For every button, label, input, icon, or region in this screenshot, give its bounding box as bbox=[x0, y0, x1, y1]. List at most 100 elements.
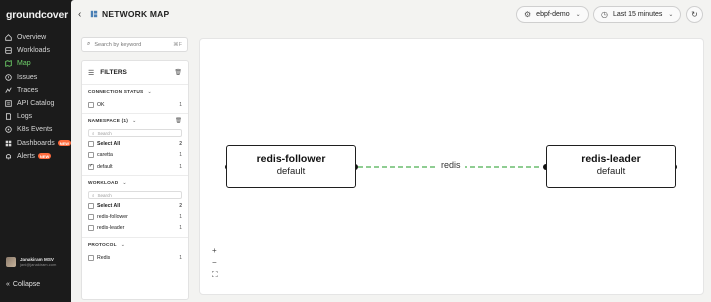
filters-header: ☰ FILTERS 🗑 bbox=[82, 61, 188, 85]
namespace-section: NAMESPACE (1) ⌄ 🗑 ⌕ Search Select All 2 … bbox=[82, 114, 188, 177]
filter-option-redis[interactable]: Redis 1 bbox=[88, 252, 182, 263]
section-title: WORKLOAD bbox=[88, 180, 119, 186]
checkbox[interactable] bbox=[88, 101, 94, 108]
filter-option-default[interactable]: ✓ default 1 bbox=[88, 161, 182, 172]
dashboards-icon bbox=[5, 140, 12, 147]
search-input[interactable] bbox=[94, 41, 174, 48]
clear-namespace-icon[interactable]: 🗑 bbox=[175, 118, 182, 124]
option-label: Redis bbox=[97, 254, 111, 261]
connection-status-header[interactable]: CONNECTION STATUS ⌄ bbox=[88, 85, 182, 99]
network-map-canvas[interactable]: redis redis-follower default redis-leade… bbox=[199, 38, 704, 295]
option-label: Select All bbox=[97, 140, 121, 147]
option-label: default bbox=[97, 163, 113, 170]
sidebar-item-label: Overview bbox=[17, 34, 47, 42]
filter-option-redis-follower[interactable]: redis-follower 1 bbox=[88, 211, 182, 222]
overview-icon bbox=[5, 34, 12, 41]
back-chevron-icon[interactable]: ‹ bbox=[78, 9, 81, 20]
traces-icon bbox=[5, 87, 12, 94]
keyword-search[interactable]: ⌕ ⌘F bbox=[81, 37, 188, 52]
option-count: 1 bbox=[179, 163, 182, 170]
option-count: 1 bbox=[179, 225, 182, 232]
option-count: 2 bbox=[179, 202, 182, 209]
collapse-button[interactable]: « Collapse bbox=[6, 281, 40, 288]
api-catalog-icon bbox=[5, 100, 12, 107]
checkbox[interactable] bbox=[88, 225, 94, 232]
sidebar-item-traces[interactable]: Traces bbox=[5, 84, 69, 97]
time-range-value: Last 15 minutes bbox=[612, 11, 663, 18]
filter-option-redis-leader[interactable]: redis-leader 1 bbox=[88, 223, 182, 234]
filter-sliders-icon: ☰ bbox=[88, 69, 95, 77]
workload-search-input[interactable]: ⌕ Search bbox=[88, 191, 182, 200]
sidebar-item-overview[interactable]: Overview bbox=[5, 31, 69, 44]
workloads-icon bbox=[5, 47, 12, 55]
issues-icon bbox=[5, 73, 12, 81]
option-label: caretta bbox=[97, 152, 113, 159]
workload-search-placeholder: Search bbox=[97, 192, 112, 198]
zoom-in-button[interactable]: + bbox=[212, 246, 217, 255]
checkbox[interactable] bbox=[88, 202, 94, 209]
cluster-icon: ⚙ bbox=[524, 10, 532, 19]
clear-filters-icon[interactable]: 🗑 bbox=[174, 69, 182, 76]
connection-status-section: CONNECTION STATUS ⌄ OK 1 bbox=[82, 85, 188, 115]
network-map-icon bbox=[90, 10, 98, 18]
map-icon bbox=[5, 60, 12, 68]
namespace-search-input[interactable]: ⌕ Search bbox=[88, 129, 182, 138]
refresh-button[interactable]: ↻ bbox=[686, 6, 703, 23]
protocol-header[interactable]: PROTOCOL ⌄ bbox=[88, 238, 182, 252]
page-title-group: NETWORK MAP bbox=[90, 9, 169, 19]
sidebar: groundcover Overview Workloads Map Issue… bbox=[0, 0, 72, 302]
protocol-section: PROTOCOL ⌄ Redis 1 bbox=[82, 238, 188, 263]
user-profile[interactable]: Janakiram MSV jani@janakiram.com bbox=[6, 257, 56, 267]
option-count: 1 bbox=[179, 101, 182, 108]
option-count: 2 bbox=[179, 140, 182, 147]
namespace-select-all[interactable]: Select All 2 bbox=[88, 138, 182, 149]
checkbox[interactable] bbox=[88, 140, 94, 147]
alerts-icon bbox=[5, 153, 12, 160]
collapse-label: Collapse bbox=[12, 281, 41, 288]
sidebar-item-label: API Catalog bbox=[17, 100, 55, 108]
sidebar-item-label: K8s Events bbox=[17, 126, 53, 134]
cluster-selector[interactable]: ⚙ ebpf-demo ⌄ bbox=[516, 6, 589, 23]
node-redis-leader[interactable]: redis-leader default bbox=[546, 145, 676, 188]
node-namespace: default bbox=[276, 166, 306, 177]
cluster-value: ebpf-demo bbox=[536, 11, 570, 18]
sidebar-item-issues[interactable]: Issues bbox=[5, 71, 69, 84]
zoom-out-button[interactable]: − bbox=[212, 258, 217, 267]
sidebar-item-label: Alerts bbox=[17, 152, 35, 160]
search-icon: ⌕ bbox=[87, 41, 91, 47]
checkbox[interactable] bbox=[88, 254, 94, 261]
checkbox-checked[interactable]: ✓ bbox=[88, 163, 94, 170]
chevron-down-icon: ⌄ bbox=[120, 242, 125, 249]
workload-select-all[interactable]: Select All 2 bbox=[88, 200, 182, 211]
fit-view-button[interactable]: ⛶ bbox=[212, 270, 218, 280]
sidebar-item-map[interactable]: Map bbox=[5, 57, 69, 70]
filter-option-caretta[interactable]: caretta 1 bbox=[88, 150, 182, 161]
workload-section: WORKLOAD ⌄ ⌕ Search Select All 2 redis-f… bbox=[82, 176, 188, 239]
time-range-selector[interactable]: ◷ Last 15 minutes ⌄ bbox=[593, 6, 682, 23]
sidebar-item-api-catalog[interactable]: API Catalog bbox=[5, 97, 69, 110]
node-name: redis-leader bbox=[581, 153, 641, 165]
sidebar-item-label: Workloads bbox=[17, 47, 50, 55]
page-title: NETWORK MAP bbox=[102, 9, 170, 19]
sidebar-item-dashboards[interactable]: Dashboards NEW bbox=[5, 137, 72, 150]
sidebar-item-label: Dashboards bbox=[17, 139, 55, 147]
sidebar-item-k8s-events[interactable]: K8s Events bbox=[5, 123, 69, 136]
sidebar-item-alerts[interactable]: Alerts NEW bbox=[5, 150, 69, 163]
workload-header[interactable]: WORKLOAD ⌄ bbox=[88, 176, 182, 190]
checkbox[interactable] bbox=[88, 214, 94, 221]
node-name: redis-follower bbox=[256, 153, 326, 165]
collapse-icon: « bbox=[6, 281, 10, 288]
sidebar-item-logs[interactable]: Logs bbox=[5, 110, 69, 123]
sidebar-item-workloads[interactable]: Workloads bbox=[5, 44, 69, 57]
main-area: ‹ NETWORK MAP ⚙ ebpf-demo ⌄ ◷ Last 15 mi… bbox=[71, 0, 711, 302]
brand-logo[interactable]: groundcover bbox=[6, 9, 68, 21]
user-email: jani@janakiram.com bbox=[20, 262, 57, 267]
namespace-header[interactable]: NAMESPACE (1) ⌄ 🗑 bbox=[88, 114, 182, 128]
refresh-icon: ↻ bbox=[691, 10, 698, 19]
node-redis-follower[interactable]: redis-follower default bbox=[226, 145, 356, 188]
option-count: 1 bbox=[179, 152, 182, 159]
filter-option-ok[interactable]: OK 1 bbox=[88, 99, 182, 110]
option-label: redis-leader bbox=[97, 225, 125, 232]
chevron-down-icon: ⌄ bbox=[575, 12, 581, 18]
checkbox[interactable] bbox=[88, 152, 94, 159]
